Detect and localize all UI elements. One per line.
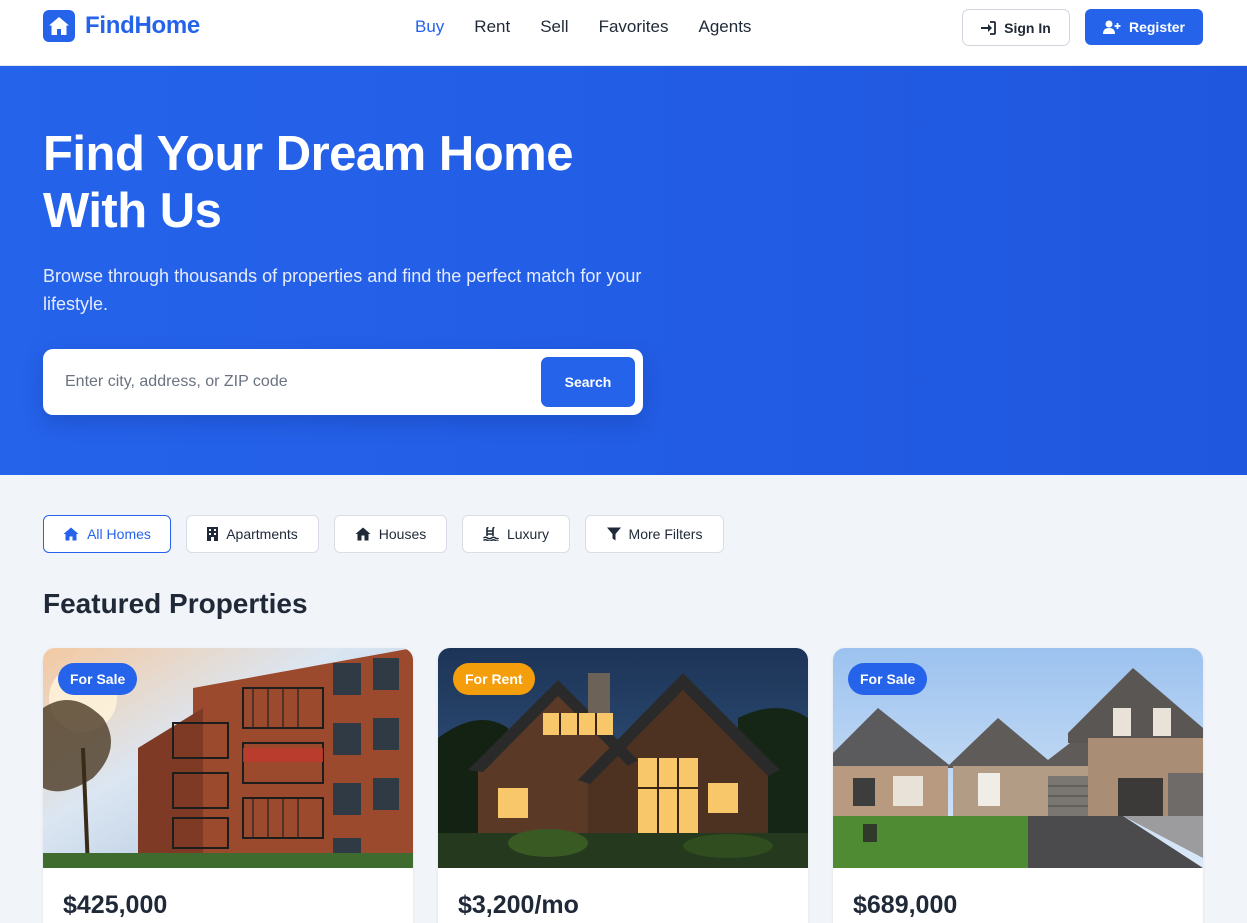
- hero-title-line-1: Find Your Dream Home: [43, 127, 574, 181]
- filter-luxury[interactable]: Luxury: [462, 515, 570, 553]
- search-button[interactable]: Search: [541, 357, 635, 407]
- hero-title: Find Your Dream Home With Us: [43, 126, 663, 240]
- property-price: $689,000: [853, 891, 958, 919]
- sign-in-icon: [981, 20, 997, 35]
- register-label: Register: [1128, 19, 1186, 35]
- building-icon: [207, 527, 219, 541]
- sign-in-button[interactable]: Sign In: [962, 9, 1070, 46]
- search-bar: Search: [43, 349, 643, 415]
- nav-item-sell[interactable]: Sell: [540, 17, 568, 37]
- register-button[interactable]: Register: [1085, 9, 1203, 45]
- property-price: $3,200/mo: [458, 891, 579, 919]
- filter-label: Apartments: [226, 526, 298, 542]
- filter-label: Houses: [378, 526, 427, 542]
- section-title-featured: Featured Properties: [43, 588, 308, 619]
- home-icon: [63, 527, 79, 541]
- top-navbar: FindHome Buy Rent Sell Favorites Agents …: [0, 0, 1247, 66]
- filter-icon: [606, 527, 621, 541]
- filter-all-homes[interactable]: All Homes: [43, 515, 171, 553]
- property-card[interactable]: For Rent $3,200/mo: [438, 648, 808, 923]
- brand-name: FindHome: [85, 12, 200, 39]
- filter-houses[interactable]: Houses: [334, 515, 447, 553]
- property-card[interactable]: For Sale $425,000: [43, 648, 413, 923]
- filter-apartments[interactable]: Apartments: [186, 515, 319, 553]
- home-logo-icon: [43, 10, 75, 42]
- property-card[interactable]: For Sale $689,000: [833, 648, 1203, 923]
- nav-item-favorites[interactable]: Favorites: [599, 17, 669, 37]
- filter-label: All Homes: [87, 526, 151, 542]
- hero-title-line-2: With Us: [43, 184, 222, 238]
- hero-section: Find Your Dream Home With Us Browse thro…: [0, 66, 1247, 475]
- brand-logo[interactable]: FindHome: [43, 10, 200, 42]
- location-search-input[interactable]: [65, 367, 525, 397]
- listing-status-badge: For Sale: [58, 663, 138, 695]
- hero-subtitle: Browse through thousands of properties a…: [43, 266, 642, 314]
- nav-item-buy[interactable]: Buy: [415, 17, 444, 37]
- filter-label: More Filters: [628, 526, 703, 542]
- main-nav: Buy Rent Sell Favorites Agents: [415, 17, 781, 37]
- house-icon: [355, 527, 371, 541]
- sign-in-label: Sign In: [1004, 19, 1051, 36]
- listing-status-badge: For Rent: [453, 663, 535, 695]
- pool-icon: [483, 527, 499, 541]
- listing-status-badge: For Sale: [848, 663, 928, 695]
- property-price: $425,000: [63, 891, 168, 919]
- filter-more-filters[interactable]: More Filters: [585, 515, 724, 553]
- add-user-icon: [1102, 20, 1121, 34]
- filter-label: Luxury: [506, 526, 550, 542]
- nav-item-rent[interactable]: Rent: [474, 17, 510, 37]
- nav-item-agents[interactable]: Agents: [699, 17, 752, 37]
